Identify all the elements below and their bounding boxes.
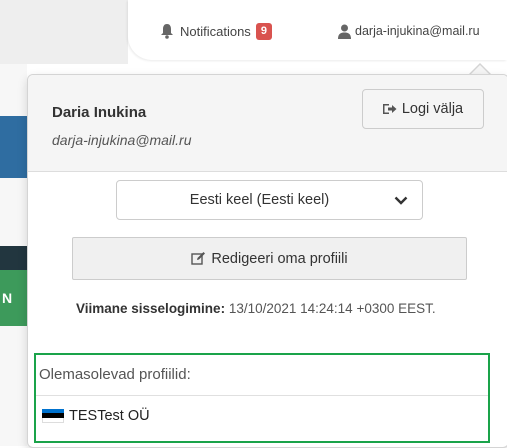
page-dark-bar <box>0 246 27 270</box>
user-icon <box>338 24 351 39</box>
top-navbar: Notifications 9 darja-injukina@mail.ru <box>0 0 507 64</box>
available-profiles-section: Olemasolevad profiilid: TESTest OÜ <box>34 353 490 443</box>
estonia-flag-icon <box>42 409 64 423</box>
notifications-link[interactable]: Notifications 9 <box>160 20 272 42</box>
navbar-left-area <box>0 0 128 64</box>
profile-item[interactable]: TESTest OÜ <box>42 405 150 427</box>
edit-profile-button[interactable]: Redigeeri oma profiili <box>72 237 467 280</box>
last-login-info: Viimane sisselogimine: 13/10/2021 14:24:… <box>76 298 456 319</box>
page-green-button[interactable]: N <box>0 270 27 326</box>
chevron-down-icon <box>394 196 408 205</box>
page-blue-banner <box>0 116 27 178</box>
last-login-label: Viimane sisselogimine: <box>76 301 226 316</box>
user-email: darja-injukina@mail.ru <box>52 132 192 148</box>
page-green-button-label: N <box>2 290 13 306</box>
user-dropdown-header: Daria Inukina darja-injukina@mail.ru Log… <box>28 75 507 172</box>
logout-label: Logi välja <box>401 101 464 117</box>
edit-profile-label: Redigeeri oma profiili <box>211 250 348 267</box>
user-email-top: darja-injukina@mail.ru <box>355 24 480 38</box>
logout-icon <box>382 104 397 114</box>
profiles-title: Olemasolevad profiilid: <box>39 366 191 383</box>
logout-button[interactable]: Logi välja <box>362 89 484 129</box>
user-full-name: Daria Inukina <box>52 104 147 121</box>
notifications-count-badge: 9 <box>255 22 272 40</box>
language-select[interactable]: Eesti keel (Eesti keel) <box>116 180 423 220</box>
profile-name: TESTest OÜ <box>69 408 150 424</box>
edit-icon <box>191 252 206 265</box>
divider <box>36 395 488 396</box>
user-menu-toggle[interactable]: darja-injukina@mail.ru <box>338 20 480 42</box>
last-login-value: 13/10/2021 14:24:14 +0300 EEST. <box>228 301 436 316</box>
user-dropdown-panel: Daria Inukina darja-injukina@mail.ru Log… <box>27 74 507 448</box>
language-selected-value: Eesti keel (Eesti keel) <box>189 192 330 208</box>
bell-icon <box>161 24 173 39</box>
notifications-label: Notifications <box>180 23 251 39</box>
